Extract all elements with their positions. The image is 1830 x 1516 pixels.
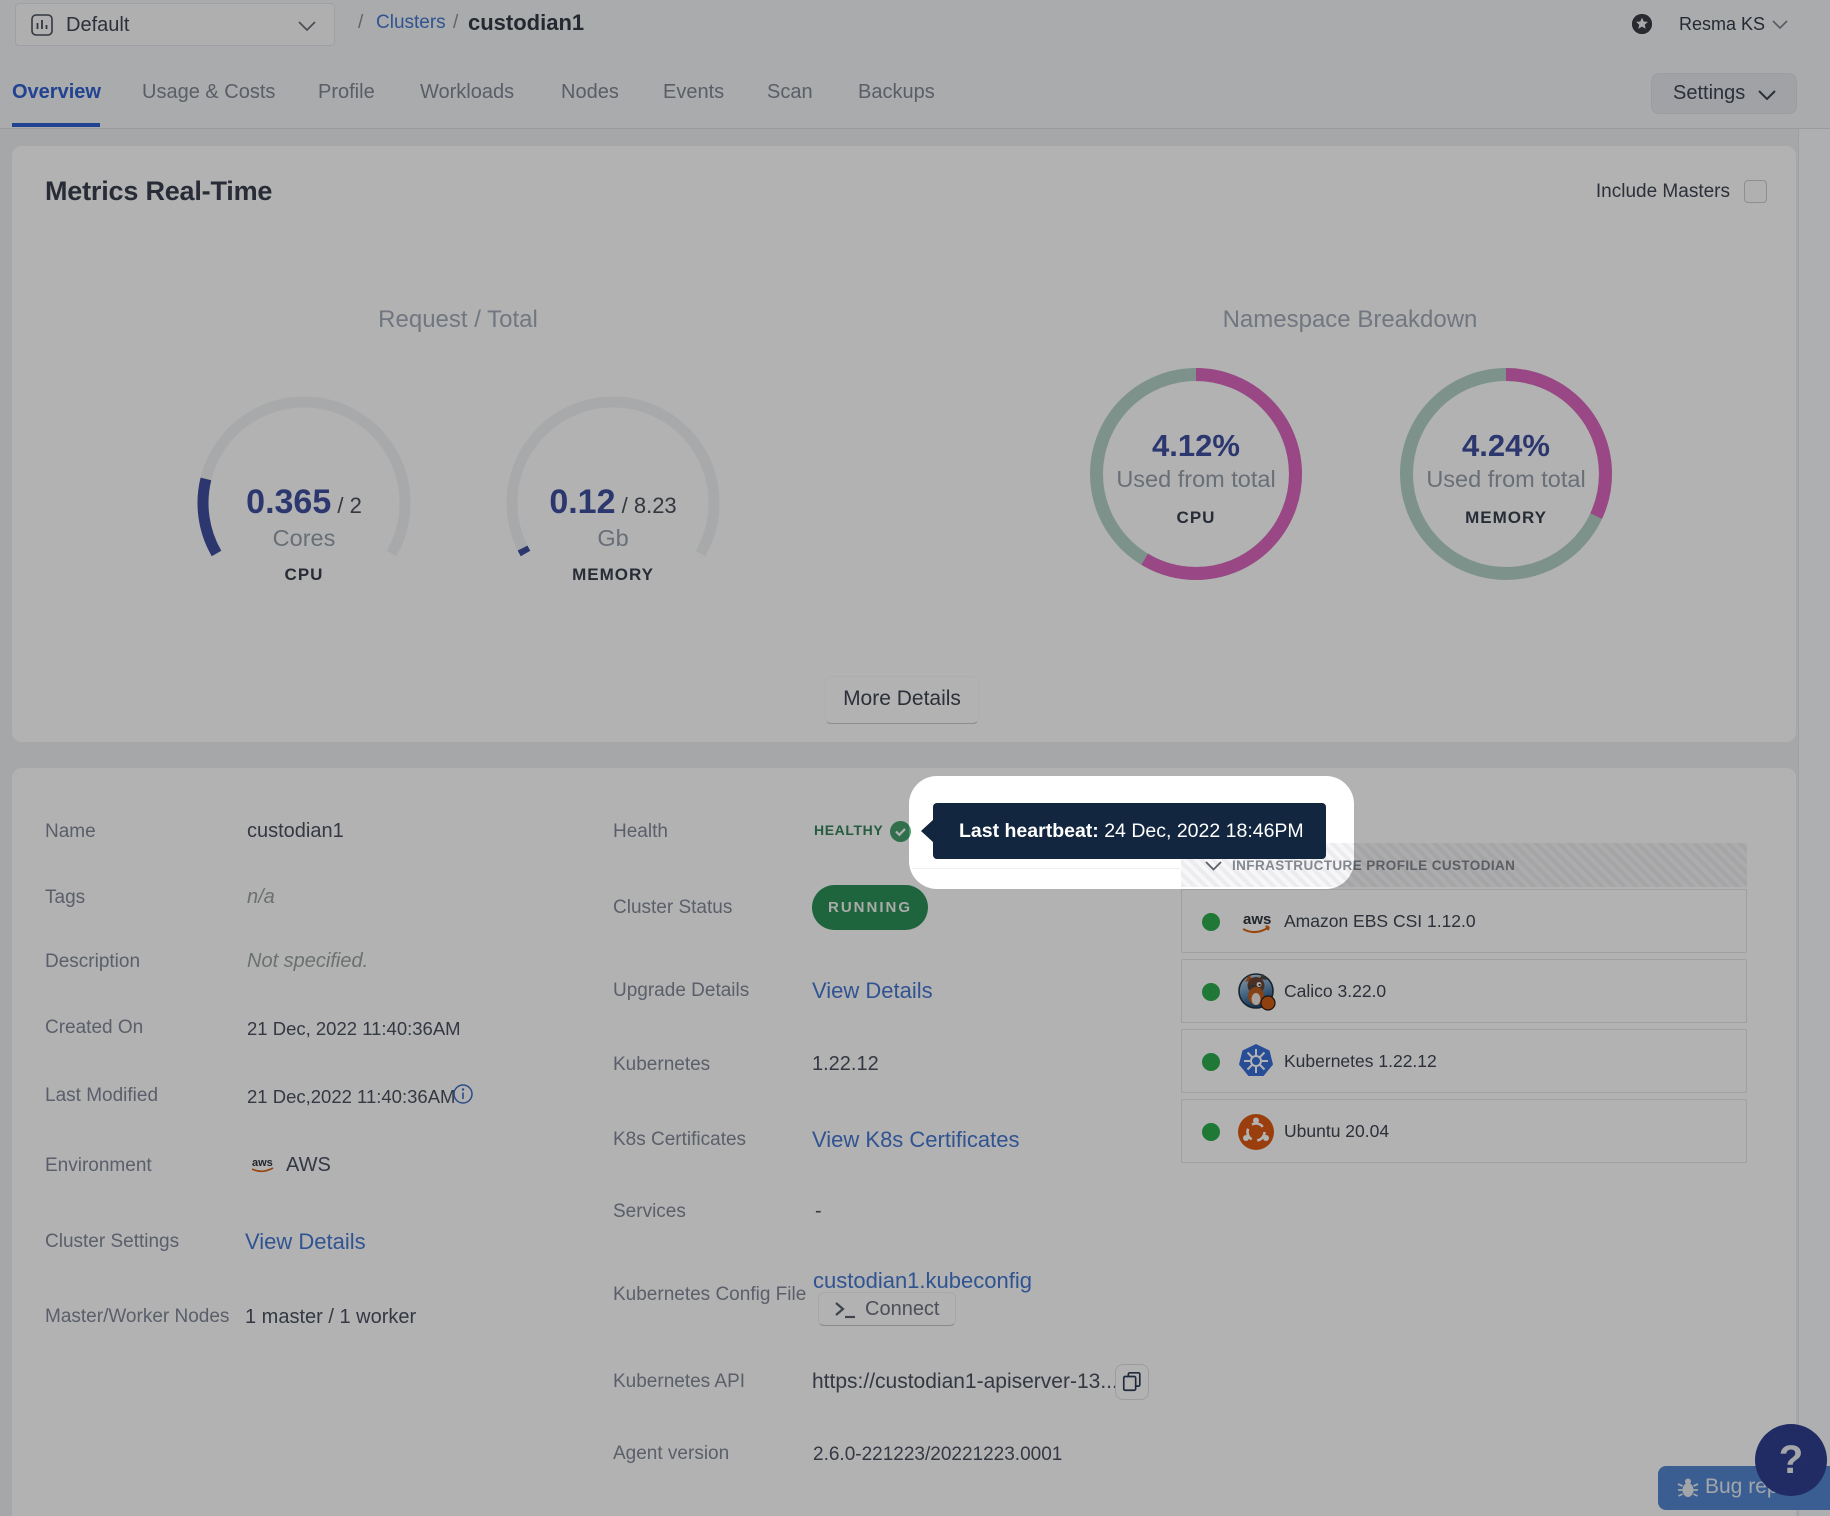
svg-text:aws: aws	[1243, 911, 1271, 928]
svg-text:aws: aws	[252, 1157, 273, 1169]
